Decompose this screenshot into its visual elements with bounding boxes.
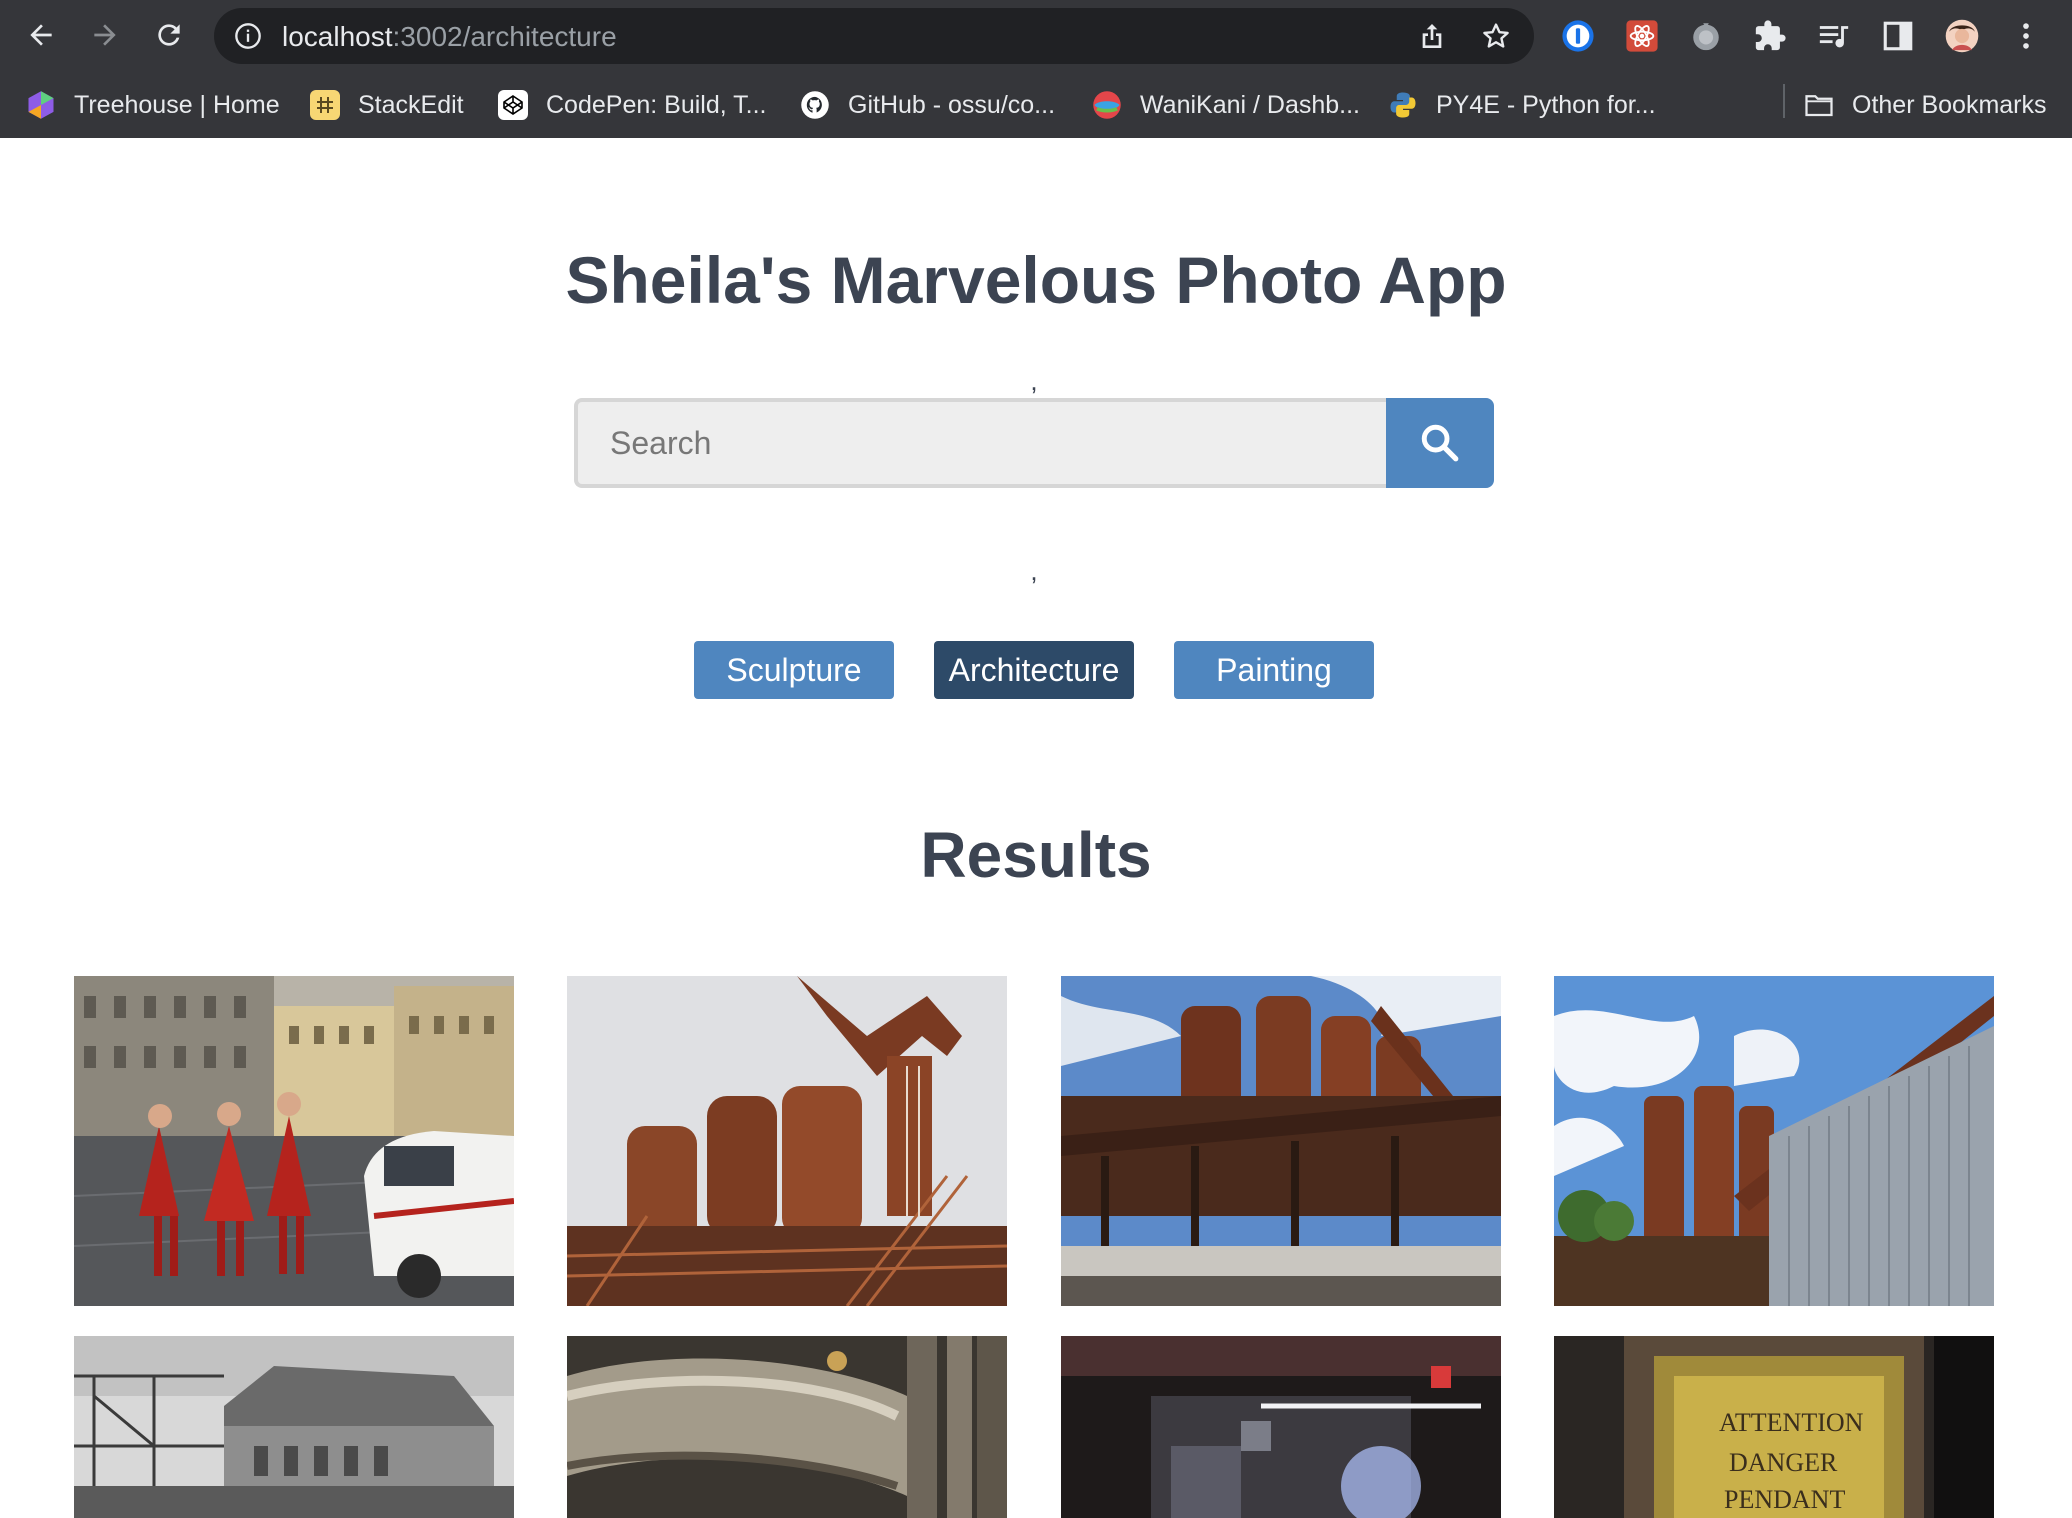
arrow-right-icon — [94, 24, 116, 46]
share-icon[interactable] — [1416, 20, 1448, 52]
result-photo-danger-sign[interactable]: ATTENTION DANGER PENDANT — [1554, 1336, 1994, 1518]
url-host: localhost — [282, 21, 393, 52]
browser-chrome: localhost:3002/architecture Treehouse | … — [0, 0, 2072, 138]
other-bookmarks[interactable]: Other Bookmarks — [1804, 86, 2047, 124]
bookmark-codepen[interactable]: CodePen: Build, T... — [498, 86, 767, 124]
category-button-painting[interactable]: Painting — [1174, 641, 1374, 699]
forward-button[interactable] — [82, 12, 128, 58]
search-form — [574, 398, 1494, 488]
app-title: Sheila's Marvelous Photo App — [565, 243, 1507, 317]
info-icon[interactable] — [234, 22, 262, 50]
reload-icon — [158, 24, 180, 46]
search-icon — [1421, 424, 1459, 462]
page-content: Sheila's Marvelous Photo App , , Sculptu… — [0, 138, 2072, 1518]
category-button-architecture[interactable]: Architecture — [934, 641, 1134, 699]
bookmarks-bar: Treehouse | Home StackEdit CodePen: Buil… — [0, 72, 2072, 138]
stray-comma-text: , — [1030, 556, 1038, 586]
result-photo-pipes[interactable] — [567, 1336, 1007, 1518]
onepassword-icon — [1562, 20, 1594, 52]
side-panel-icon — [1883, 21, 1913, 51]
bookmark-treehouse[interactable]: Treehouse | Home — [26, 86, 280, 124]
result-photo-steelworks[interactable] — [1554, 976, 1994, 1306]
browser-menu-button[interactable] — [2004, 14, 2048, 58]
stray-comma-text: , — [1030, 366, 1038, 396]
folder-icon — [1804, 90, 1834, 120]
github-icon — [800, 90, 830, 120]
url-path: :3002/architecture — [392, 21, 617, 52]
danger-sign-image: ATTENTION DANGER PENDANT — [1554, 1336, 1994, 1518]
bookmark-label: PY4E - Python for... — [1436, 90, 1656, 119]
avatar — [1945, 19, 1979, 53]
reload-button[interactable] — [146, 12, 192, 58]
media-control-button[interactable] — [1812, 14, 1856, 58]
bookmark-label: CodePen: Build, T... — [546, 90, 767, 119]
side-panel-button[interactable] — [1876, 14, 1920, 58]
playlist-icon — [1819, 26, 1849, 48]
hash-icon — [310, 90, 340, 120]
profile-button[interactable] — [1940, 14, 1984, 58]
result-photo-blast-furnace[interactable] — [567, 976, 1007, 1306]
steelworks-image — [1554, 976, 1994, 1306]
search-input[interactable] — [574, 398, 1386, 488]
bookmark-label: GitHub - ossu/co... — [848, 90, 1056, 119]
bw-factory-image — [74, 1336, 514, 1518]
extensions-button[interactable] — [1748, 14, 1792, 58]
treehouse-icon — [26, 90, 56, 120]
url-text: localhost:3002/architecture — [282, 21, 617, 53]
atom-icon — [1626, 20, 1658, 52]
timer-extension[interactable] — [1684, 14, 1728, 58]
svg-text:DANGER: DANGER — [1729, 1448, 1838, 1477]
search-button[interactable] — [1386, 398, 1494, 488]
bookmark-py4e[interactable]: PY4E - Python for... — [1388, 86, 1656, 124]
bookmark-label: WaniKani / Dashb... — [1140, 90, 1361, 119]
star-icon[interactable] — [1480, 20, 1512, 52]
bookmark-label: Treehouse | Home — [74, 90, 280, 119]
svg-text:PENDANT: PENDANT — [1724, 1485, 1845, 1514]
result-photo-factory-interior[interactable] — [1061, 1336, 1501, 1518]
bookmark-stackedit[interactable]: StackEdit — [310, 86, 464, 124]
rusty-furnace-image — [567, 976, 1007, 1306]
tomato-icon — [1693, 23, 1719, 51]
react-devtools-extension[interactable] — [1620, 14, 1664, 58]
result-photo-bw-factory[interactable] — [74, 1336, 514, 1518]
svg-text:ATTENTION: ATTENTION — [1719, 1408, 1864, 1437]
dark-factory-image — [1061, 1336, 1501, 1518]
back-button[interactable] — [18, 12, 64, 58]
puzzle-icon — [1755, 20, 1786, 51]
industrial-pipes-image — [567, 1336, 1007, 1518]
results-heading: Results — [920, 819, 1152, 891]
bookmark-label: StackEdit — [358, 90, 464, 119]
bookmark-github[interactable]: GitHub - ossu/co... — [800, 86, 1055, 124]
bookmarks-divider — [1783, 84, 1785, 118]
bookmark-wanikani[interactable]: WaniKani / Dashb... — [1092, 86, 1360, 124]
more-vertical-icon — [2023, 23, 2029, 49]
category-button-sculpture[interactable]: Sculpture — [694, 641, 894, 699]
result-photo-piazza[interactable] — [74, 976, 514, 1306]
piazza-street-image — [74, 976, 514, 1306]
wanikani-icon — [1092, 90, 1122, 120]
arrow-left-icon — [30, 24, 52, 46]
result-photo-industrial-towers[interactable] — [1061, 976, 1501, 1306]
other-bookmarks-label: Other Bookmarks — [1852, 90, 2047, 119]
codepen-icon — [498, 90, 528, 120]
password-manager-extension[interactable] — [1556, 14, 1600, 58]
industrial-towers-image — [1061, 976, 1501, 1306]
python-icon — [1388, 90, 1418, 120]
browser-toolbar: localhost:3002/architecture — [0, 0, 2072, 72]
address-bar[interactable]: localhost:3002/architecture — [214, 8, 1534, 64]
